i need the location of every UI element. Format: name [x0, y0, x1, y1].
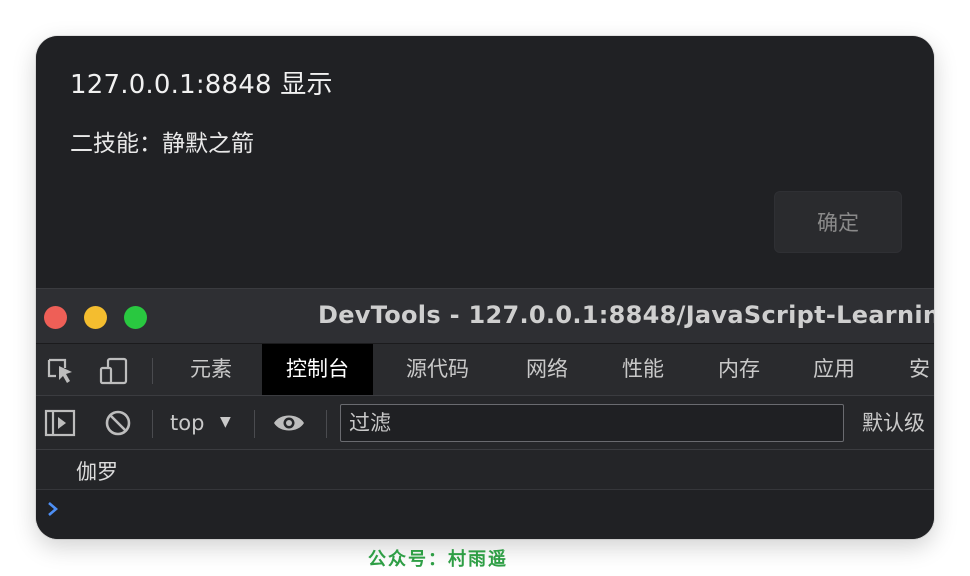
- tab-sources[interactable]: 源代码: [406, 344, 469, 395]
- console-toolbar: top ▼ 默认级: [36, 396, 934, 450]
- alert-dialog: 127.0.0.1:8848 显示 二技能：静默之箭 确定: [36, 36, 934, 288]
- clear-console-icon[interactable]: [104, 409, 132, 441]
- tab-application[interactable]: 应用: [813, 344, 855, 395]
- context-selector[interactable]: top: [170, 396, 204, 450]
- maximize-window-button[interactable]: [124, 306, 147, 329]
- devtools-window: DevTools - 127.0.0.1:8848/JavaScript-Lea…: [36, 288, 934, 539]
- console-prompt[interactable]: [36, 490, 934, 539]
- toolbar-divider: [254, 410, 255, 438]
- tab-elements[interactable]: 元素: [190, 344, 232, 395]
- inspect-element-icon[interactable]: [46, 357, 76, 389]
- toolbar-divider: [152, 410, 153, 438]
- chevron-right-icon: [46, 500, 60, 522]
- minimize-window-button[interactable]: [84, 306, 107, 329]
- tab-memory[interactable]: 内存: [718, 344, 760, 395]
- window-title: DevTools - 127.0.0.1:8848/JavaScript-Lea…: [318, 301, 934, 329]
- live-expression-eye-icon[interactable]: [272, 411, 306, 439]
- tab-security[interactable]: 安: [909, 344, 930, 395]
- screenshot-frame: 127.0.0.1:8848 显示 二技能：静默之箭 确定 DevTools -…: [36, 36, 934, 539]
- tab-console[interactable]: 控制台: [262, 344, 373, 395]
- log-levels-dropdown[interactable]: 默认级: [862, 396, 925, 450]
- dialog-message: 二技能：静默之箭: [70, 131, 254, 157]
- ok-button[interactable]: 确定: [774, 191, 902, 253]
- console-log-text: 伽罗: [76, 460, 118, 484]
- filter-input[interactable]: [340, 404, 844, 442]
- sidebar-toggle-icon[interactable]: [44, 409, 76, 441]
- tabbar-divider: [152, 358, 153, 384]
- devtools-tabbar: 元素 控制台 源代码 网络 性能 内存 应用 安: [36, 344, 934, 396]
- close-window-button[interactable]: [44, 306, 67, 329]
- dialog-title: 127.0.0.1:8848 显示: [70, 70, 333, 100]
- tab-network[interactable]: 网络: [526, 344, 568, 395]
- devtools-titlebar: DevTools - 127.0.0.1:8848/JavaScript-Lea…: [36, 288, 934, 344]
- context-dropdown-icon[interactable]: ▼: [220, 396, 231, 450]
- tab-performance[interactable]: 性能: [622, 344, 664, 395]
- device-toolbar-icon[interactable]: [98, 357, 130, 389]
- console-log-row: 伽罗: [36, 450, 934, 490]
- toolbar-divider: [326, 410, 327, 438]
- watermark-text: 公众号：村雨遥: [368, 549, 508, 570]
